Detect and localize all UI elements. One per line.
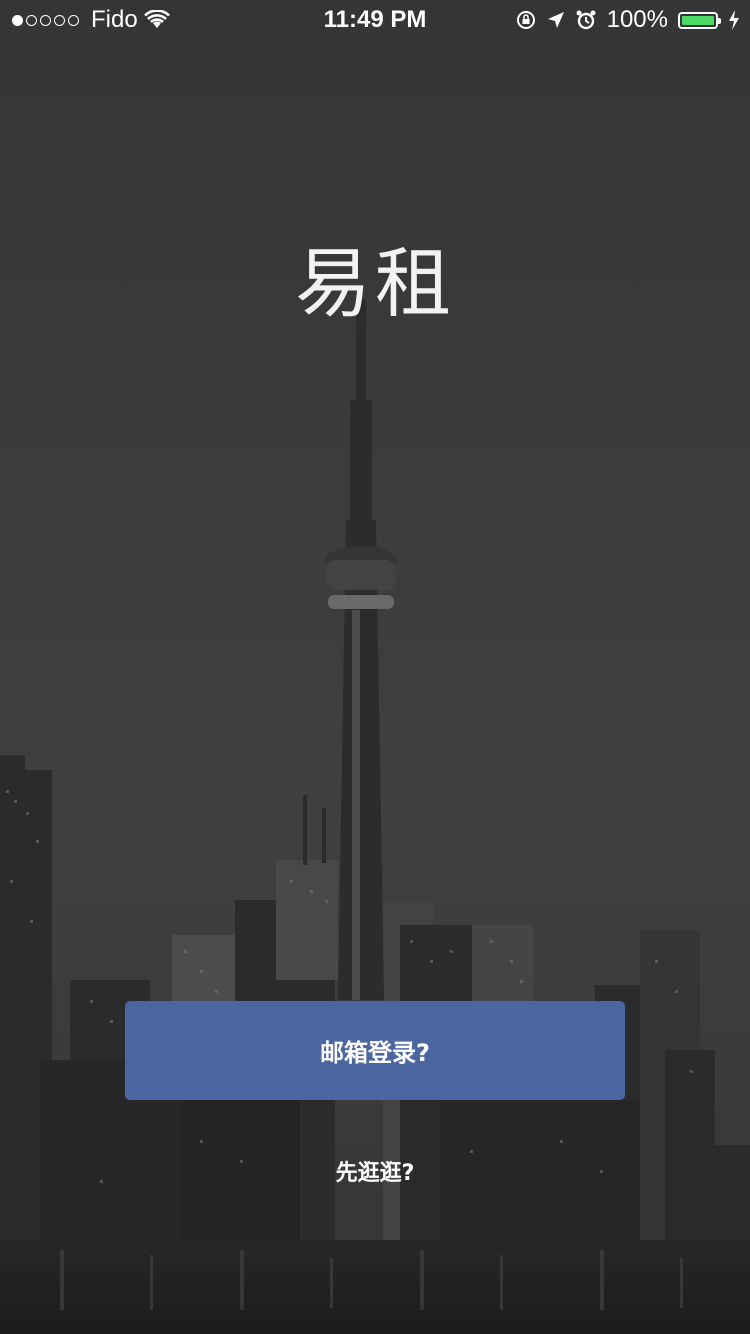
battery-fill bbox=[682, 15, 714, 25]
rotation-lock-icon bbox=[516, 11, 535, 29]
browse-link[interactable]: 先逛逛? bbox=[250, 1146, 500, 1196]
location-arrow-icon bbox=[547, 12, 564, 28]
welcome-screen: Fido 11:49 PM 100% 易租 邮箱登录? 先逛逛? bbox=[0, 0, 750, 1334]
app-title: 易租 bbox=[295, 239, 455, 328]
status-bar: Fido 11:49 PM 100% bbox=[0, 0, 750, 40]
dim-overlay bbox=[0, 0, 750, 1334]
email-login-button[interactable]: 邮箱登录? bbox=[125, 1001, 625, 1100]
battery-icon bbox=[678, 11, 721, 29]
battery-percent: 100% bbox=[606, 6, 668, 33]
charging-bolt-icon bbox=[729, 10, 739, 30]
alarm-icon bbox=[576, 10, 596, 30]
status-right: 100% bbox=[515, 6, 740, 34]
